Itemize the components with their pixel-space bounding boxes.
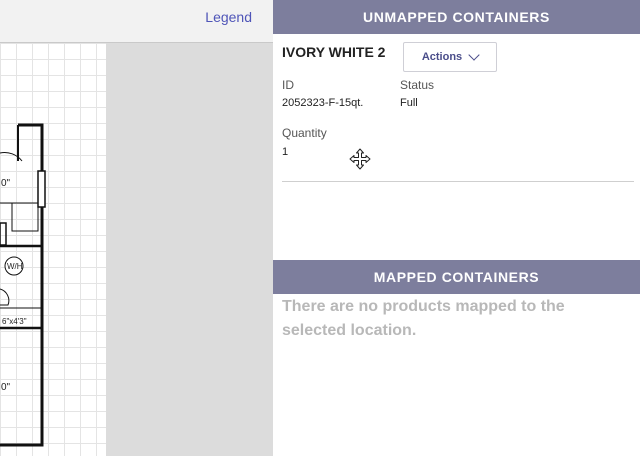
legend-link[interactable]: Legend (205, 9, 252, 25)
floorplan-dimension-label: 6"x4'3" (2, 317, 27, 326)
floorplan-pane: Legend 0" W/H 6"x4'3" 0" (0, 0, 273, 456)
floorplan-drawing (0, 123, 46, 447)
actions-dropdown-button[interactable]: Actions (403, 42, 497, 72)
containers-panel: UNMAPPED CONTAINERS IVORY WHITE 2 Action… (273, 0, 640, 456)
floorplan-dimension-label: 0" (1, 382, 11, 393)
id-value: 2052323-F-15qt. (282, 97, 364, 109)
move-cursor-icon[interactable] (349, 148, 371, 170)
id-label: ID (282, 78, 294, 92)
floorplan-canvas[interactable]: 0" W/H 6"x4'3" 0" (0, 43, 106, 456)
card-divider (282, 181, 634, 182)
quantity-label: Quantity (282, 126, 327, 140)
actions-label: Actions (421, 51, 463, 63)
container-name: IVORY WHITE 2 (282, 44, 386, 60)
quantity-value: 1 (282, 146, 289, 158)
floorplan-wh-label: W/H (7, 262, 23, 271)
status-label: Status (400, 78, 435, 92)
chevron-down-icon (468, 49, 480, 61)
floorplan-dimension-label: 0" (1, 178, 11, 189)
floorplan-margin (106, 43, 273, 456)
mapped-containers-header: MAPPED CONTAINERS (273, 260, 640, 294)
empty-state-message: There are no products mapped to the sele… (282, 298, 565, 339)
status-value: Full (400, 97, 418, 109)
floorplan-toolbar: Legend (0, 0, 273, 43)
unmapped-containers-header: UNMAPPED CONTAINERS (273, 0, 640, 34)
